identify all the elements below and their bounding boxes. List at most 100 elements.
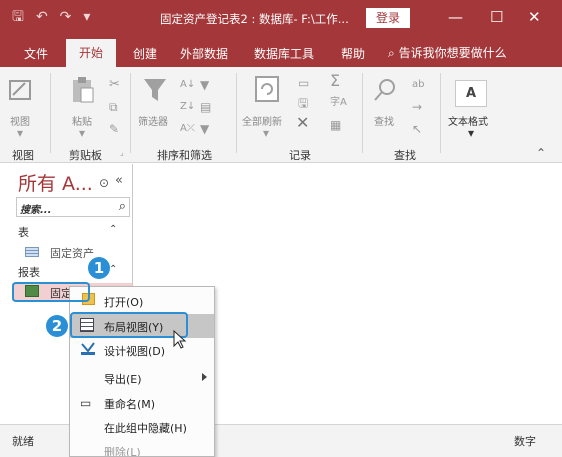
remove-sort-icon[interactable]: A⤫	[180, 123, 195, 135]
design-view-icon	[81, 342, 95, 355]
search-icon[interactable]: ⌕	[119, 199, 126, 214]
login-button[interactable]: 登录	[366, 8, 410, 28]
undo-icon[interactable]: ↶	[36, 9, 48, 25]
status-ready: 就绪	[12, 435, 34, 448]
selection-filter-icon[interactable]: ▼	[200, 79, 209, 91]
tab-database-tools[interactable]: 数据库工具	[254, 45, 314, 62]
window-title: 固定资产登记表2 : 数据库- F:\工作...	[160, 12, 349, 26]
totals-icon[interactable]: Σ	[330, 73, 340, 89]
filter-button-label[interactable]: 筛选器	[138, 113, 168, 128]
nav-item-label: 固定资产	[50, 247, 94, 260]
more-records-icon[interactable]: ▦	[330, 119, 341, 131]
menu-item-design-view[interactable]: 设计视图(D)	[70, 338, 214, 362]
find-button-label[interactable]: 查找	[374, 113, 394, 128]
nav-section-reports[interactable]: 报表	[18, 264, 40, 280]
group-divider	[130, 73, 131, 153]
shutter-bar-close-icon[interactable]: «	[115, 173, 123, 188]
nav-section-tables[interactable]: 表	[18, 224, 29, 240]
group-divider	[362, 73, 363, 153]
delete-record-icon[interactable]: ✕	[296, 115, 309, 131]
text-format-dropdown-icon[interactable]: ▾	[468, 127, 474, 139]
tab-home[interactable]: 开始	[66, 39, 116, 67]
refresh-all-icon[interactable]	[254, 75, 282, 106]
menu-item-hide-in-group[interactable]: 在此组中隐藏(H)	[70, 415, 214, 439]
menu-item-delete[interactable]: 删除(L)	[70, 439, 214, 457]
callout-outline-report	[12, 282, 90, 302]
title-bar: 🖫 ↶ ↷ ▾ 固定资产登记表2 : 数据库- F:\工作... 登录 — ☐ …	[0, 0, 562, 37]
save-icon[interactable]: 🖫	[12, 9, 24, 25]
menu-item-label: 打开(O)	[104, 296, 144, 309]
nav-menu-dropdown-icon[interactable]: ⊙	[99, 176, 109, 190]
collapse-ribbon-icon[interactable]: ⌃	[536, 147, 546, 159]
advanced-filter-icon[interactable]: ▤	[200, 101, 211, 113]
ribbon-tabs: 文件 开始 创建 外部数据 数据库工具 帮助 ⌕ 告诉我你想要做什么	[0, 37, 562, 67]
group-label-find: 查找	[394, 149, 416, 162]
goto-icon[interactable]: →	[412, 101, 422, 113]
group-label-records: 记录	[289, 149, 311, 162]
tab-create[interactable]: 创建	[133, 45, 157, 62]
toggle-filter-icon[interactable]: ▼	[200, 123, 209, 135]
replace-icon[interactable]: ab	[412, 79, 424, 91]
tell-me-label: 告诉我你想要做什么	[398, 46, 507, 60]
sort-descending-icon[interactable]: Z↓	[180, 101, 195, 113]
menu-item-label: 在此组中隐藏(H)	[104, 422, 187, 435]
view-dropdown-icon[interactable]: ▾	[17, 127, 23, 139]
group-divider	[236, 73, 237, 153]
find-icon[interactable]	[372, 77, 398, 106]
filter-icon[interactable]	[142, 75, 168, 108]
quick-access-toolbar: 🖫 ↶ ↷ ▾	[12, 9, 90, 25]
tell-me-search[interactable]: ⌕ 告诉我你想要做什么	[388, 44, 507, 61]
tab-file[interactable]: 文件	[24, 45, 48, 62]
restore-button[interactable]: ☐	[490, 6, 503, 28]
mouse-cursor-icon	[173, 330, 187, 349]
collapse-section-icon[interactable]: ⌃	[109, 264, 117, 275]
new-record-icon[interactable]: ▭	[298, 77, 309, 89]
view-icon[interactable]	[8, 77, 34, 106]
paste-dropdown-icon[interactable]: ▾	[79, 127, 85, 139]
menu-item-label: 重命名(M)	[104, 398, 156, 411]
refresh-dropdown-icon[interactable]: ▾	[263, 127, 269, 139]
submenu-arrow-icon	[202, 373, 207, 381]
collapse-section-icon[interactable]: ⌃	[109, 224, 117, 235]
table-icon	[25, 247, 39, 257]
save-record-icon[interactable]: 🖫	[298, 97, 308, 109]
tab-external-data[interactable]: 外部数据	[180, 45, 228, 62]
sort-ascending-icon[interactable]: A↓	[180, 79, 195, 91]
rename-icon: ▭	[80, 396, 92, 410]
group-label-sort-filter: 排序和筛选	[157, 149, 212, 162]
callout-outline-layout-view	[70, 312, 188, 338]
nav-search-input[interactable]: 搜索... ⌕	[16, 197, 130, 217]
tab-help[interactable]: 帮助	[341, 45, 365, 62]
nav-item-table[interactable]: 固定资产	[12, 243, 132, 261]
clipboard-launcher-icon[interactable]: ⌟	[120, 147, 124, 159]
menu-item-label: 删除(L)	[104, 446, 141, 457]
menu-item-label: 设计视图(D)	[104, 345, 166, 358]
ribbon: 视图 ▾ 视图 粘贴 ▾ ✂ ⧉ ✎ 剪贴板 ⌟ 筛选器 A↓ Z↓ A⤫ ▼ …	[0, 67, 562, 163]
group-divider	[50, 73, 51, 153]
customize-qat-icon[interactable]: ▾	[83, 9, 90, 25]
format-painter-icon[interactable]: ✎	[109, 123, 119, 135]
callout-badge-2: 2	[46, 315, 68, 337]
spelling-icon[interactable]: 字A	[330, 97, 347, 109]
cut-icon[interactable]: ✂	[109, 78, 120, 91]
status-numlock: 数字	[514, 435, 536, 448]
paste-icon[interactable]	[70, 75, 96, 108]
nav-search-placeholder: 搜索...	[20, 205, 52, 216]
menu-item-export[interactable]: 导出(E)	[70, 366, 214, 390]
nav-pane-title[interactable]: 所有 A...	[18, 169, 93, 196]
minimize-button[interactable]: —	[448, 6, 463, 28]
menu-item-label: 导出(E)	[104, 373, 142, 386]
menu-item-rename[interactable]: ▭ 重命名(M)	[70, 391, 214, 415]
menu-item-open[interactable]: 打开(O)	[70, 289, 214, 313]
text-format-icon[interactable]: A	[455, 80, 487, 107]
group-divider	[440, 73, 441, 153]
search-icon: ⌕	[388, 46, 395, 60]
refresh-all-label[interactable]: 全部刷新	[242, 113, 282, 128]
callout-badge-1: 1	[88, 257, 110, 279]
group-label-clipboard: 剪贴板	[69, 149, 102, 162]
redo-icon[interactable]: ↷	[60, 9, 72, 25]
select-icon[interactable]: ↖	[412, 123, 422, 135]
group-label-views: 视图	[12, 149, 34, 162]
copy-icon[interactable]: ⧉	[109, 101, 118, 113]
close-button[interactable]: ✕	[528, 6, 541, 28]
